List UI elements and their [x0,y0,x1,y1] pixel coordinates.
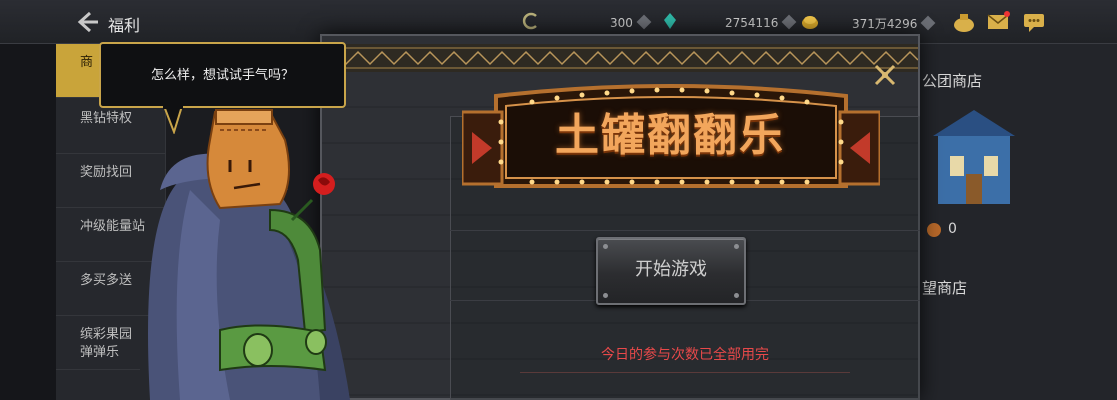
rivet [603,293,608,298]
chat-icon[interactable] [1022,10,1046,34]
crystal-value: 300 [610,14,652,30]
coin-value: 371万4296 [852,15,936,32]
start-game-button[interactable]: 开始游戏 [596,237,746,305]
rivet [734,293,739,298]
crystal-icon [664,13,676,29]
vitality-icon [522,12,537,30]
speech-text: 怎么样，想试试手气吗？ [150,68,294,83]
treasure-bag-icon[interactable] [952,10,976,34]
speech-bubble-tail [162,106,184,134]
zigzag-border [322,44,918,72]
divider [450,230,920,231]
back-arrow-icon[interactable] [74,9,100,35]
pot-head-character [148,109,350,400]
shop-building-icon[interactable] [928,104,1020,208]
start-game-label: 开始游戏 [635,259,707,280]
left-strip [0,44,56,400]
gold-icon [802,16,818,29]
rivet [603,244,608,249]
add-coin-icon[interactable] [921,15,936,31]
shop2-label[interactable]: 望商店 [922,277,967,298]
game-title: 土罐翻翻乐 [555,110,785,161]
count-icon [927,223,941,237]
divider [520,372,850,373]
mail-icon[interactable] [986,10,1010,34]
count-value: 0 [948,221,957,237]
guild-shop-label[interactable]: 公团商店 [922,70,982,91]
status-message: 今日的参与次数已全部用完 [601,347,769,363]
rivet [734,244,739,249]
add-gold-icon[interactable] [782,14,797,30]
page-title: 福利 [108,16,141,35]
add-crystal-icon[interactable] [636,14,652,30]
gold-value: 2754116 [725,14,797,30]
sidebar-item-label: 商 [80,55,94,70]
